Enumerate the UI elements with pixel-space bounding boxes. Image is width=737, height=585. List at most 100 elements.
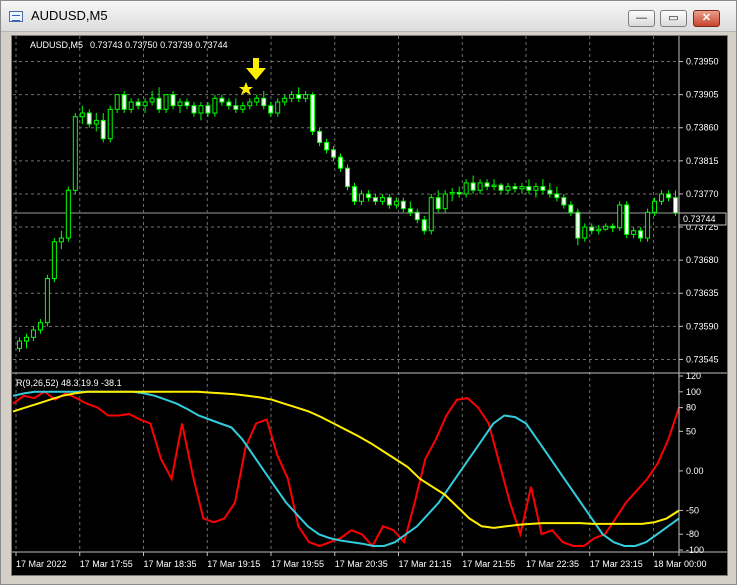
candle-body bbox=[491, 184, 497, 188]
candle-body bbox=[596, 228, 602, 232]
candles-layer bbox=[16, 87, 679, 353]
indicator-tick-label: 0.00 bbox=[686, 466, 704, 476]
candle-body bbox=[310, 94, 316, 132]
candle-body bbox=[540, 186, 546, 191]
time-tick-label: 17 Mar 18:35 bbox=[144, 559, 197, 569]
chart-window: AUDUSD,M5 — ▭ ✕ 0.73950 0.73905 0.73860 0.7… bbox=[0, 0, 737, 585]
time-tick-label: 17 Mar 19:15 bbox=[207, 559, 260, 569]
candle-body bbox=[421, 219, 427, 232]
candle-body bbox=[603, 225, 609, 230]
indicator-tick-label: -100 bbox=[686, 545, 704, 555]
candle-body bbox=[324, 141, 330, 151]
candle-body bbox=[163, 94, 169, 110]
candle-body bbox=[177, 101, 183, 107]
candle-body bbox=[351, 186, 357, 202]
candle-body bbox=[435, 197, 441, 210]
price-tick-label: 0.73905 bbox=[686, 90, 719, 100]
ohlc-readout: 0.73743 0.73750 0.73739 0.73744 bbox=[90, 40, 228, 50]
candle-body bbox=[407, 208, 413, 213]
maximize-button[interactable]: ▭ bbox=[660, 10, 687, 27]
price-tick-label: 0.73590 bbox=[686, 321, 719, 331]
candle-body bbox=[23, 336, 29, 342]
price-tick-label: 0.73860 bbox=[686, 123, 719, 133]
candle-body bbox=[135, 101, 141, 107]
indicator-tick-label: -80 bbox=[686, 529, 699, 539]
chart-grid bbox=[13, 36, 679, 550]
axes-layer: 0.73950 0.73905 0.73860 0.73815 0.73770 0.737… bbox=[12, 36, 727, 569]
candle-body bbox=[79, 112, 85, 118]
close-button[interactable]: ✕ bbox=[693, 10, 720, 27]
candle-body bbox=[317, 130, 323, 143]
candle-body bbox=[442, 193, 448, 210]
candle-body bbox=[247, 101, 253, 107]
symbol-header: AUDUSD,M5 bbox=[30, 40, 83, 50]
candle-body bbox=[107, 108, 113, 140]
chart-canvas[interactable]: 0.73950 0.73905 0.73860 0.73815 0.73770 0.737… bbox=[12, 36, 727, 575]
candle-body bbox=[86, 112, 92, 125]
candle-body bbox=[449, 191, 455, 195]
candle-body bbox=[198, 105, 204, 114]
indicator-tick-label: -50 bbox=[686, 505, 699, 515]
candle-body bbox=[428, 197, 434, 232]
window-title: AUDUSD,M5 bbox=[31, 8, 108, 23]
candle-body bbox=[37, 322, 43, 331]
candle-body bbox=[547, 189, 553, 195]
time-tick-label: 17 Mar 21:55 bbox=[462, 559, 515, 569]
candle-body bbox=[93, 119, 99, 125]
candle-body bbox=[533, 186, 539, 191]
candle-body bbox=[205, 105, 211, 114]
candle-body bbox=[170, 94, 176, 107]
candle-body bbox=[512, 186, 518, 190]
chart-area[interactable]: 0.73950 0.73905 0.73860 0.73815 0.73770 0.737… bbox=[11, 35, 728, 576]
candle-body bbox=[526, 186, 532, 191]
candle-body bbox=[400, 200, 406, 210]
price-tick-label: 0.73770 bbox=[686, 189, 719, 199]
time-tick-label: 17 Mar 21:15 bbox=[399, 559, 452, 569]
indicator-layer bbox=[12, 390, 680, 548]
candle-body bbox=[282, 97, 288, 103]
candle-body bbox=[345, 167, 350, 188]
candle-body bbox=[561, 197, 567, 206]
candle-body bbox=[191, 105, 197, 114]
candle-body bbox=[289, 94, 295, 99]
chart-window-icon bbox=[9, 11, 23, 22]
candle-body bbox=[484, 182, 490, 188]
indicator-tick-label: 100 bbox=[686, 387, 701, 397]
candle-body bbox=[51, 241, 57, 280]
candle-body bbox=[44, 278, 50, 324]
time-tick-label: 17 Mar 19:55 bbox=[271, 559, 324, 569]
candle-body bbox=[240, 105, 246, 110]
candle-body bbox=[379, 197, 385, 202]
candle-body bbox=[519, 186, 525, 190]
time-tick-label: 17 Mar 20:35 bbox=[335, 559, 388, 569]
indicator-tick-label: 80 bbox=[686, 403, 696, 413]
candle-body bbox=[149, 97, 155, 103]
candle-body bbox=[470, 182, 476, 191]
candle-body bbox=[575, 211, 581, 239]
candle-body bbox=[568, 204, 574, 213]
candle-body bbox=[219, 97, 225, 103]
candle-body bbox=[184, 101, 190, 107]
candle-body bbox=[659, 193, 665, 202]
current-price-label: 0.73744 bbox=[683, 214, 716, 224]
candle-body bbox=[638, 230, 644, 239]
price-tick-label: 0.73680 bbox=[686, 255, 719, 265]
candle-body bbox=[303, 94, 309, 99]
candle-body bbox=[338, 156, 344, 169]
candle-body bbox=[666, 193, 672, 199]
candle-body bbox=[393, 200, 399, 206]
yellow-star-icon bbox=[239, 82, 253, 95]
candle-body bbox=[65, 189, 71, 239]
time-tick-label: 17 Mar 23:15 bbox=[590, 559, 643, 569]
candle-body bbox=[477, 182, 483, 191]
title-bar[interactable]: AUDUSD,M5 — ▭ ✕ bbox=[1, 1, 736, 32]
candle-body bbox=[212, 97, 218, 114]
price-tick-label: 0.73635 bbox=[686, 288, 719, 298]
candle-body bbox=[414, 211, 420, 221]
candle-body bbox=[254, 97, 260, 103]
candle-body bbox=[631, 230, 637, 235]
minimize-button[interactable]: — bbox=[628, 10, 655, 27]
candle-body bbox=[582, 226, 588, 239]
candle-body bbox=[226, 101, 232, 107]
candle-body bbox=[114, 94, 120, 110]
